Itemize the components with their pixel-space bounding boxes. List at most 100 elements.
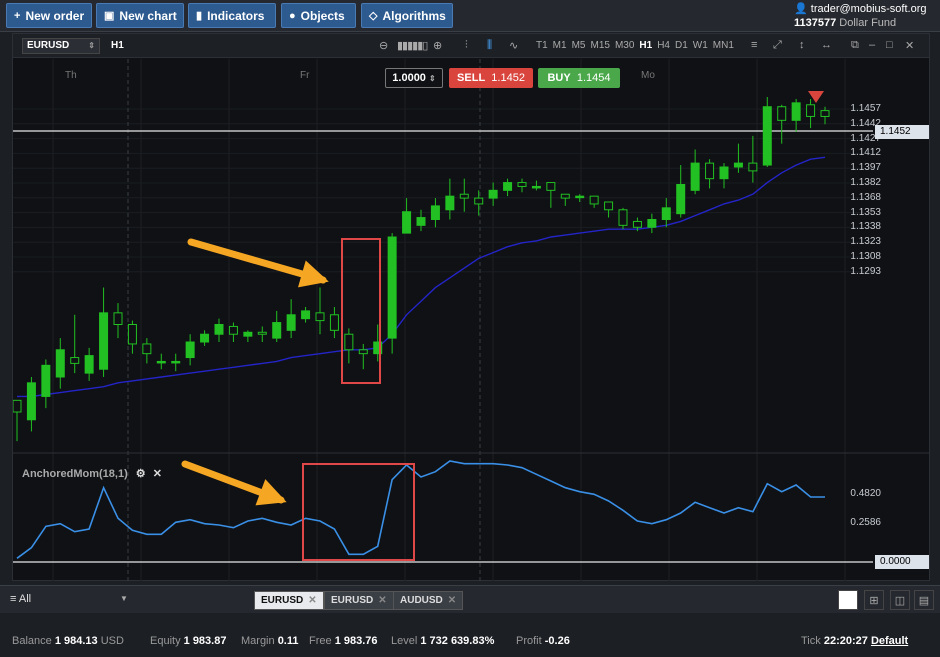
layout-single-icon[interactable] [838,590,858,610]
candle-body [99,312,109,370]
candle-body [214,324,224,335]
buy-button[interactable]: BUY 1.1454 [538,68,620,88]
profit-item: Profit -0.26 [516,635,570,647]
candle-body [777,106,787,121]
tf-m30[interactable]: M30 [615,40,634,51]
close-icon[interactable]: ✕ [905,39,914,52]
chart-tab-audusd[interactable]: AUDUSD ✕ [393,591,464,610]
tf-mn1[interactable]: MN1 [713,40,734,51]
candle-body [503,182,513,191]
price-axis-label: 1.1338 [850,221,881,233]
currency: USD [100,635,124,647]
fit-vertical-icon[interactable]: ↕ [799,39,805,51]
layout-rows-icon[interactable]: ▤ [914,590,934,610]
price-axis-label: 1.1308 [850,251,881,262]
chart-svg[interactable] [13,59,929,581]
chart-toolbar: EURUSD ⇕ H1 ⊖ ▮▮▮▮▮▯ ⊕ ⫶ ⫼ ∿ T1 M1 M5 M15 M30… [13,34,929,58]
bar-chart-icon[interactable]: ⫶ [465,39,468,52]
candle-body [445,195,455,211]
account-email: 👤 trader@mobius-soft.org [794,3,927,15]
line-chart-icon[interactable]: ∿ [509,39,518,52]
candle-body [820,110,830,117]
indicator-axis-label: 0.2586 [850,517,881,528]
algorithms-button[interactable]: ◇ Algorithms [361,3,453,28]
candle-body [84,355,94,374]
close-tab-icon[interactable]: ✕ [448,595,456,606]
indicators-button[interactable]: ▮ Indicators [188,3,276,28]
sell-price: 1.1452 [491,72,525,84]
maximize-icon[interactable]: □ [886,39,893,51]
chart-tab-eurusd-2[interactable]: EURUSD ✕ [324,591,394,610]
tf-t1[interactable]: T1 [536,40,548,51]
candle-body [676,184,686,215]
objects-icon: ● [289,9,296,22]
tf-m5[interactable]: M5 [572,40,586,51]
lot-size-input[interactable]: 1.0000 ⇕ [385,68,443,88]
profile-select[interactable]: Default [871,635,908,647]
layout-columns-icon[interactable]: ◫ [890,590,910,610]
account-fund: Dollar Fund [839,17,897,29]
margin-label: Margin [241,635,275,647]
tabs-filter-select[interactable]: ≡ All ▼ [10,593,128,605]
price-axis-label: 1.1397 [850,162,881,174]
detach-icon[interactable]: ⧉ [851,39,859,52]
timeframe-selector: T1 M1 M5 M15 M30 H1 H4 D1 W1 MN1 [536,40,739,51]
tab-label: EURUSD [261,595,304,606]
zoom-slider[interactable]: ▮▮▮▮▮▯ [397,39,428,52]
candle-body [647,219,657,228]
menu-icon: ≡ [10,593,19,605]
candle-body [762,106,772,166]
candle-body [286,314,296,331]
fit-diagonal-icon[interactable]: ⤢ [773,39,782,52]
day-label-mo: Mo [641,70,655,81]
new-chart-button[interactable]: ▣ New chart [96,3,184,28]
profit-label: Profit [516,635,542,647]
candle-body [733,162,743,168]
candle-body [156,360,166,364]
fit-horizontal-icon[interactable]: ↔ [821,39,832,51]
algorithms-icon: ◇ [369,10,378,22]
price-axis-label: 1.1382 [850,177,881,188]
candle-body [185,341,195,359]
layout-grid-icon[interactable]: ⊞ [864,590,884,610]
tf-h4[interactable]: H4 [657,40,670,51]
lot-value: 1.0000 [392,72,426,84]
candle-body [632,220,642,228]
indicator-zero-label: 0.0000 [875,555,929,569]
candles-icon[interactable]: ⫼ [487,39,492,52]
close-tab-icon[interactable]: ✕ [308,595,316,606]
candle-body [560,193,570,199]
gear-icon[interactable]: ⚙ [136,468,146,480]
candle-body [344,333,354,351]
tf-m15[interactable]: M15 [590,40,609,51]
price-axis-label: 1.1457 [850,103,881,114]
close-tab-icon[interactable]: ✕ [378,595,386,606]
fibo-icon[interactable]: ≡ [751,39,757,51]
chart-plot-area[interactable]: Th Fr Mo 1.0000 ⇕ SELL 1.1452 BUY 1.1454… [11,59,929,606]
chart-tabs-bar: ≡ All ▼ EURUSD ✕ EURUSD ✕ AUDUSD ✕ ⊞ ◫ ▤ [0,585,940,613]
sell-button[interactable]: SELL 1.1452 [449,68,533,88]
buy-label: BUY [547,72,571,84]
minimize-icon[interactable]: – [869,39,875,51]
candle-body [618,209,628,226]
tick-label: Tick [801,635,821,647]
candle-body [329,314,339,331]
candle-body [171,360,181,364]
tf-d1[interactable]: D1 [675,40,688,51]
candle-body [113,312,123,325]
objects-button[interactable]: ● Objects [281,3,356,28]
tf-w1[interactable]: W1 [693,40,708,51]
candle-body [604,201,614,211]
chart-tab-eurusd-1[interactable]: EURUSD ✕ [254,591,324,610]
close-indicator-icon[interactable]: ✕ [153,468,162,480]
zoom-in-icon[interactable]: ⊕ [433,39,442,52]
candle-body [243,331,253,337]
symbol-value: EURUSD [27,40,70,51]
symbol-select[interactable]: EURUSD ⇕ [22,38,100,54]
new-order-button[interactable]: + New order [6,3,92,28]
tf-m1[interactable]: M1 [553,40,567,51]
tf-h1[interactable]: H1 [639,40,652,51]
annotation-arrow-head [297,260,329,288]
zoom-out-icon[interactable]: ⊖ [379,39,388,52]
account-info[interactable]: 👤 trader@mobius-soft.org 1137577 Dollar … [794,2,934,29]
